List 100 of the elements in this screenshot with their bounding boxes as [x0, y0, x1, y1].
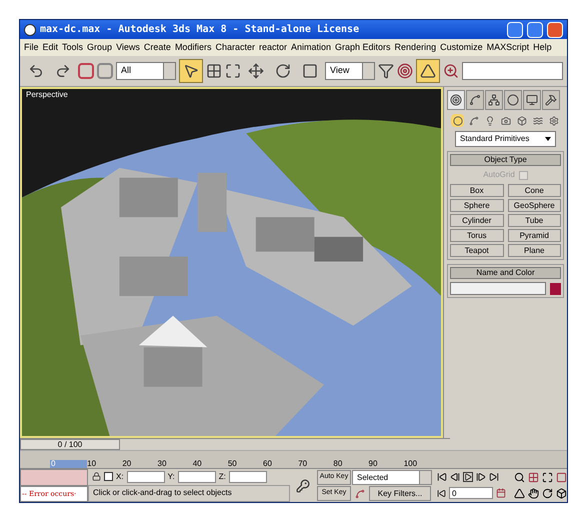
object-color-swatch[interactable] [550, 282, 561, 294]
primitive-button[interactable]: Torus [450, 229, 504, 242]
current-frame-field[interactable]: 0 [449, 487, 493, 500]
coordinate-field[interactable] [126, 470, 165, 483]
menu-item[interactable]: Help [533, 40, 552, 54]
time-slider-thumb[interactable]: 0 / 100 [20, 439, 120, 450]
coordinate-label: Z: [218, 470, 226, 483]
skip-forward-icon[interactable] [489, 472, 499, 482]
menu-item[interactable]: Create [144, 40, 171, 54]
lock-icon[interactable] [92, 472, 101, 482]
hierarchy-tab-icon [488, 94, 500, 106]
coordinate-field[interactable] [178, 470, 216, 483]
coordinate-label: Y: [168, 470, 175, 483]
menu-item[interactable]: Animation [290, 40, 332, 54]
cameras-icon [500, 116, 510, 126]
lights-icon [484, 116, 494, 126]
menu-item[interactable]: File [24, 40, 39, 54]
key-icon[interactable] [296, 478, 310, 492]
menu-item[interactable]: Modifiers [174, 40, 212, 54]
panel-tab[interactable] [523, 90, 541, 110]
step-back-icon[interactable] [450, 472, 460, 482]
redo-icon [55, 63, 71, 79]
category-button[interactable] [515, 114, 528, 127]
zoom-extents-icon[interactable] [542, 472, 553, 483]
menu-item[interactable]: Tools [62, 40, 84, 54]
primitive-button[interactable]: Pyramid [508, 229, 561, 242]
play-icon[interactable] [463, 472, 473, 482]
toolbar-button[interactable] [179, 59, 203, 83]
primitive-button[interactable]: GeoSphere [508, 199, 561, 212]
menu-item[interactable]: reactor [258, 40, 287, 54]
ruler-label: 10 [87, 460, 98, 468]
window-title: max-dc.max - Autodesk 3ds Max 8 - Stand-alone License [40, 22, 360, 37]
display-tab-icon [526, 94, 538, 106]
step-forward-icon[interactable] [476, 472, 486, 482]
square-icon [302, 63, 318, 79]
triangle-icon [420, 63, 436, 79]
undo-icon [28, 63, 44, 79]
create-tab-icon [450, 94, 462, 106]
coordinate-field[interactable] [228, 470, 267, 483]
primitive-button[interactable]: Plane [508, 244, 561, 257]
key-filters-button[interactable]: Key Filters... [369, 486, 431, 501]
close-button[interactable] [547, 22, 563, 38]
geometry-icon [452, 116, 462, 126]
spacewarps-icon [532, 116, 542, 126]
listener-mini-field[interactable] [20, 469, 88, 486]
ruler-label: 70 [298, 460, 308, 468]
minimize-button[interactable] [507, 22, 523, 38]
zoom-icon[interactable] [514, 472, 525, 483]
skip-back-icon[interactable] [437, 472, 447, 482]
coordinate-label: X: [116, 470, 124, 483]
name-input-field[interactable] [450, 282, 546, 295]
reference-coord-dropdown[interactable]: View [325, 62, 375, 80]
primitive-button[interactable]: Cone [508, 184, 561, 197]
panel-tab[interactable] [466, 90, 484, 110]
menu-item[interactable]: Graph Editors [335, 40, 391, 54]
rollout-header[interactable]: Object Type [450, 154, 561, 166]
primitive-button[interactable]: Cylinder [450, 214, 504, 227]
selection-filter-dropdown[interactable]: All [116, 62, 176, 80]
primitive-button[interactable]: Teapot [450, 244, 504, 257]
move-icon [248, 63, 264, 79]
panel-tab[interactable] [485, 90, 503, 110]
menu-item[interactable]: Views [116, 40, 140, 54]
menu-item[interactable]: Character [215, 40, 255, 54]
app-icon [24, 24, 36, 36]
menu-item[interactable]: MAXScript [486, 40, 530, 54]
category-button[interactable] [547, 114, 560, 127]
utilities-tab-icon [545, 94, 557, 106]
panel-tab[interactable] [504, 90, 522, 110]
shapes-icon [468, 116, 478, 126]
menu-item[interactable]: Group [87, 40, 112, 54]
ruler-label: 100 [404, 460, 418, 468]
rollout-header[interactable]: Name and Color [450, 267, 561, 279]
panel-tab[interactable] [542, 90, 560, 110]
menu-item[interactable]: Rendering [394, 40, 436, 54]
category-button[interactable] [451, 114, 464, 127]
toolbar-button[interactable] [416, 59, 440, 83]
menu-item[interactable]: Edit [42, 40, 58, 54]
modify-tab-icon [469, 94, 481, 106]
primitive-button[interactable]: Sphere [450, 199, 504, 212]
rotate-icon [275, 63, 291, 79]
ruler-label: 30 [158, 460, 168, 468]
key-mode-dropdown[interactable]: Selected [352, 470, 432, 485]
maximize-button[interactable] [527, 22, 543, 38]
menu-item[interactable]: Customize [440, 40, 483, 54]
primitive-button[interactable]: Tube [508, 214, 561, 227]
ruler-label: 60 [263, 460, 273, 468]
pointer-icon [183, 63, 199, 79]
current-frame-marker: 0 [50, 460, 88, 468]
category-dropdown[interactable]: Standard Primitives [455, 131, 556, 147]
systems-icon [548, 116, 558, 126]
category-button[interactable] [467, 114, 480, 127]
pan-icon[interactable] [528, 488, 539, 500]
ruler-label: 80 [333, 460, 344, 468]
named-selection-field[interactable] [462, 62, 563, 80]
autogrid-label: AutoGrid [483, 169, 515, 181]
helpers-icon [516, 116, 526, 126]
primitive-button[interactable]: Box [450, 184, 504, 197]
panel-tab[interactable] [447, 90, 465, 110]
ruler-label: 50 [228, 460, 238, 468]
ruler-label: 90 [368, 460, 378, 468]
